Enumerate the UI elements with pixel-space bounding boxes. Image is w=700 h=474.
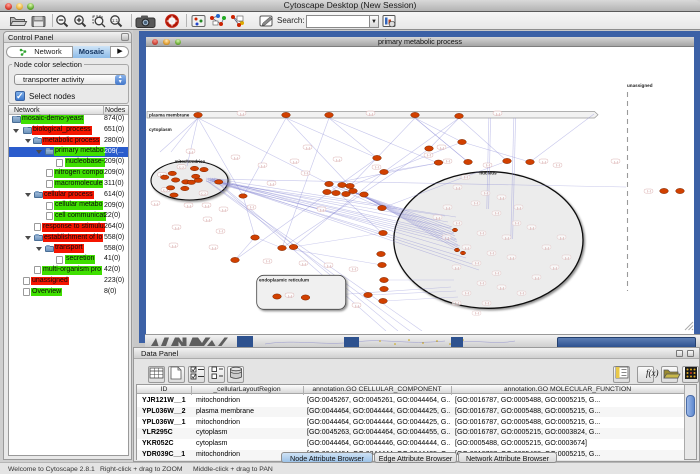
svg-text:(...): (...): [266, 259, 270, 263]
svg-text:(...): (...): [445, 236, 449, 240]
svg-text:(...): (...): [154, 202, 158, 206]
svg-text:(...): (...): [484, 191, 488, 195]
svg-text:(...): (...): [180, 165, 184, 169]
svg-text:(...): (...): [465, 246, 469, 250]
svg-text:(...): (...): [261, 164, 265, 168]
svg-text:(...): (...): [475, 261, 479, 265]
svg-text:(...): (...): [187, 204, 191, 208]
svg-text:(...): (...): [446, 206, 450, 210]
svg-text:(...): (...): [510, 256, 514, 260]
svg-text:(...): (...): [480, 231, 484, 235]
svg-text:(...): (...): [545, 246, 549, 250]
svg-text:(...): (...): [172, 244, 176, 248]
svg-text:(...): (...): [375, 165, 379, 169]
svg-text:(...): (...): [436, 216, 440, 220]
svg-text:(...): (...): [485, 301, 489, 305]
svg-text:(...): (...): [556, 163, 560, 167]
svg-text:(...): (...): [427, 153, 431, 157]
svg-text:(...): (...): [490, 251, 494, 255]
svg-text:f(x): f(x): [646, 368, 659, 378]
svg-text:(...): (...): [517, 206, 521, 210]
svg-text:(...): (...): [440, 146, 444, 150]
svg-text:(...): (...): [206, 218, 210, 222]
svg-text:(...): (...): [352, 267, 356, 271]
svg-text:(...): (...): [553, 266, 557, 270]
svg-text:(...): (...): [475, 311, 479, 315]
svg-text:(...): (...): [189, 150, 193, 154]
svg-text:(...): (...): [486, 163, 490, 167]
svg-text:(...): (...): [250, 205, 254, 209]
svg-text:(...): (...): [465, 291, 469, 295]
svg-text:(...): (...): [222, 208, 226, 212]
svg-text:(...): (...): [480, 281, 484, 285]
svg-text:(...): (...): [219, 229, 223, 233]
svg-text:(...): (...): [505, 236, 509, 240]
svg-text:(...): (...): [565, 256, 569, 260]
svg-text:(...): (...): [530, 226, 534, 230]
svg-text:mitochondrion: mitochondrion: [175, 159, 206, 164]
svg-text:(...): (...): [369, 112, 373, 116]
svg-text:(...): (...): [464, 175, 468, 179]
svg-text:(...): (...): [336, 158, 340, 162]
svg-text:(...): (...): [446, 159, 450, 163]
svg-text:(...): (...): [327, 264, 331, 268]
svg-text:(...): (...): [535, 276, 539, 280]
svg-text:(...): (...): [500, 196, 504, 200]
svg-text:(...): (...): [455, 266, 459, 270]
svg-text:(...): (...): [288, 294, 292, 298]
svg-text:1:1: 1:1: [112, 18, 119, 23]
svg-text:unassigned: unassigned: [627, 83, 653, 88]
svg-text:(...): (...): [234, 156, 238, 160]
svg-text:(...): (...): [456, 221, 460, 225]
svg-text:(...): (...): [202, 191, 206, 195]
svg-text:(...): (...): [205, 204, 209, 208]
svg-text:(...): (...): [495, 271, 499, 275]
svg-text:(...): (...): [495, 211, 499, 215]
svg-text:(...): (...): [560, 236, 564, 240]
svg-text:(...): (...): [355, 304, 359, 308]
svg-text:(...): (...): [270, 182, 274, 186]
svg-text:(...): (...): [542, 160, 546, 164]
svg-text:(...): (...): [306, 146, 310, 150]
svg-text:(...): (...): [320, 208, 324, 212]
svg-text:(...): (...): [304, 171, 308, 175]
svg-text:(...): (...): [647, 189, 651, 193]
svg-text:(...): (...): [496, 112, 500, 116]
svg-text:endoplasmic reticulum: endoplasmic reticulum: [259, 278, 309, 283]
svg-text:cytoplasm: cytoplasm: [149, 127, 172, 132]
svg-text:(...): (...): [212, 246, 216, 250]
svg-text:(...): (...): [515, 221, 519, 225]
svg-text:(...): (...): [474, 201, 478, 205]
svg-text:(...): (...): [455, 301, 459, 305]
svg-text:nucleus: nucleus: [479, 171, 497, 176]
svg-text:plasma membrane: plasma membrane: [149, 113, 190, 118]
svg-text:(...): (...): [520, 291, 524, 295]
svg-text:(...): (...): [500, 286, 504, 290]
svg-text:(...): (...): [614, 160, 618, 164]
svg-text:(...): (...): [456, 186, 460, 190]
svg-text:(...): (...): [302, 262, 306, 266]
svg-text:(...): (...): [240, 112, 244, 116]
svg-text:(...): (...): [175, 226, 179, 230]
svg-text:(...): (...): [293, 160, 297, 164]
